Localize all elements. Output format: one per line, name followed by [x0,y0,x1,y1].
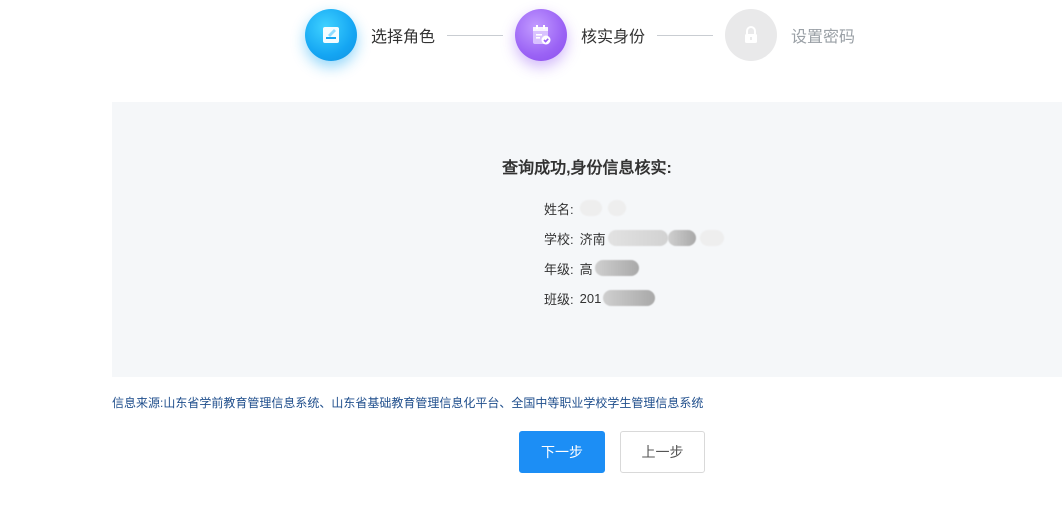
next-button[interactable]: 下一步 [519,431,605,473]
field-value-visible: 高 [579,261,593,277]
info-row-name: 姓名: [544,198,626,218]
info-row-class: 班级: 201 [544,288,656,308]
step-3-circle [725,9,778,61]
info-source-note: 信息来源:山东省学前教育管理信息系统、山东省基础教育管理信息化平台、全国中等职业… [112,396,704,410]
redacted-block [607,230,668,246]
field-value-redacted: 济南 [580,229,724,248]
redacted-block [594,260,639,276]
verify-identity-page: 选择角色 核实身份 设置密码 查询成功,身份信息核实: 姓名: 学校: 济南 年… [0,0,1062,514]
info-row-school: 学校: 济南 [544,228,724,248]
result-title: 查询成功,身份信息核实: [502,160,672,177]
step-2-label: 核实身份 [581,29,646,46]
edit-doc-icon [323,27,339,43]
step-select-role: 选择角色 [305,9,435,61]
field-value-redacted: 201 [580,290,656,306]
field-value-redacted: 高 [580,259,639,278]
field-value-visible: 201 [579,290,602,306]
redacted-block [699,230,724,246]
redacted-block [579,200,602,216]
step-connector [657,34,714,36]
steps-indicator: 选择角色 核实身份 设置密码 [305,6,855,64]
redacted-block [607,200,626,216]
step-verify-identity: 核实身份 [515,9,645,61]
field-label: 学校: [544,231,574,247]
field-label: 班级: [544,291,574,307]
prev-button[interactable]: 上一步 [620,431,705,473]
step-set-password: 设置密码 [725,9,855,61]
redacted-block [667,230,696,246]
step-2-circle [515,9,568,61]
field-value-visible: 济南 [579,231,606,247]
step-1-label: 选择角色 [371,29,436,46]
step-1-circle [305,9,357,61]
lock-icon [745,26,758,43]
step-3-label: 设置密码 [791,29,856,46]
calendar-check-icon [533,25,551,45]
field-value-redacted [579,200,626,216]
field-label: 年级: [544,261,574,277]
redacted-block [603,290,656,306]
info-row-grade: 年级: 高 [544,258,639,278]
step-connector [447,34,504,36]
field-label: 姓名: [544,201,574,217]
verification-result-card: 查询成功,身份信息核实: 姓名: 学校: 济南 年级: 高 班级: 201 [112,102,1062,377]
